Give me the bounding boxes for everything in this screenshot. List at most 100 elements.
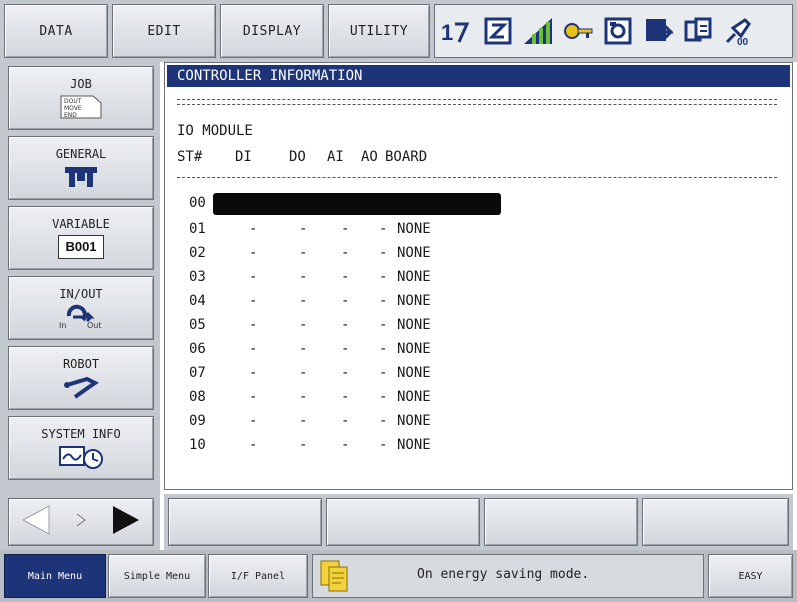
cell-do: - <box>299 269 308 285</box>
sidebar-item-job[interactable]: JOB DOUT MOVE END <box>8 66 154 130</box>
svg-text:In: In <box>59 321 66 330</box>
row-00-st: 00 <box>189 195 206 211</box>
sidebar-item-variable[interactable]: VARIABLE B001 <box>8 206 154 270</box>
cell-st: 01 <box>189 221 206 237</box>
cell-di: - <box>249 437 258 453</box>
table-row[interactable]: 08 - - - - NONE <box>165 389 794 410</box>
menu-data[interactable]: DATA <box>4 4 108 58</box>
arrow-right-icon[interactable] <box>107 504 143 540</box>
menu-edit[interactable]: EDIT <box>112 4 216 58</box>
sidebar-item-label: JOB <box>70 76 92 91</box>
cell-ao: - <box>379 341 388 357</box>
cell-di: - <box>249 341 258 357</box>
header-do: DO <box>289 149 306 165</box>
top-menu-bar: DATA EDIT DISPLAY UTILITY 1 00 <box>0 0 797 62</box>
cell-ao: - <box>379 293 388 309</box>
sidebar-item-label: VARIABLE <box>52 216 110 231</box>
robot-arm-icon <box>61 375 101 399</box>
menu-display[interactable]: DISPLAY <box>220 4 324 58</box>
cell-ao: - <box>379 317 388 333</box>
table-row[interactable]: 07 - - - - NONE <box>165 365 794 386</box>
tool-icon: 00 <box>721 14 755 48</box>
table-row[interactable]: 01 - - - - NONE <box>165 221 794 242</box>
cell-do: - <box>299 317 308 333</box>
cell-st: 02 <box>189 245 206 261</box>
key-icon <box>561 14 595 48</box>
memory-icon <box>601 14 635 48</box>
cell-board: NONE <box>397 365 431 381</box>
cell-board: NONE <box>397 293 431 309</box>
function-key-bar <box>164 494 793 550</box>
sidebar-item-label: SYSTEM INFO <box>41 426 121 441</box>
table-row[interactable]: 04 - - - - NONE <box>165 293 794 314</box>
cell-do: - <box>299 245 308 261</box>
cell-ai: - <box>341 365 350 381</box>
menu-utility[interactable]: UTILITY <box>328 4 430 58</box>
page-title: CONTROLLER INFORMATION <box>167 65 790 87</box>
sidebar-item-general[interactable]: GENERAL <box>8 136 154 200</box>
cell-ai: - <box>341 269 350 285</box>
table-row[interactable]: 06 - - - - NONE <box>165 341 794 362</box>
cell-st: 03 <box>189 269 206 285</box>
arrow-left-icon[interactable] <box>19 504 55 540</box>
cell-ai: - <box>341 317 350 333</box>
cell-ai: - <box>341 437 350 453</box>
cell-st: 05 <box>189 317 206 333</box>
svg-text:00: 00 <box>737 37 749 46</box>
cell-do: - <box>299 341 308 357</box>
cell-ao: - <box>379 413 388 429</box>
cell-st: 09 <box>189 413 206 429</box>
cell-st: 06 <box>189 341 206 357</box>
function-key-2[interactable] <box>326 498 480 546</box>
if-panel-button[interactable]: I/F Panel <box>208 554 308 598</box>
cell-di: - <box>249 389 258 405</box>
cell-di: - <box>249 413 258 429</box>
table-row[interactable]: 02 - - - - NONE <box>165 245 794 266</box>
table-row[interactable]: 03 - - - - NONE <box>165 269 794 290</box>
easy-button[interactable]: EASY <box>708 554 793 598</box>
table-row[interactable]: 05 - - - - NONE <box>165 317 794 338</box>
cell-ai: - <box>341 341 350 357</box>
main-content: CONTROLLER INFORMATION IO MODULE ST# DI … <box>164 62 793 490</box>
job-icon: DOUT MOVE END <box>59 95 103 119</box>
cell-ao: - <box>379 221 388 237</box>
cell-do: - <box>299 413 308 429</box>
header-ao: AO <box>361 149 378 165</box>
system-info-icon <box>58 445 104 469</box>
cell-ai: - <box>341 389 350 405</box>
function-key-3[interactable] <box>484 498 638 546</box>
function-key-4[interactable] <box>642 498 789 546</box>
svg-text:END: END <box>64 112 77 119</box>
cell-do: - <box>299 221 308 237</box>
function-key-1[interactable] <box>168 498 322 546</box>
main-menu-button[interactable]: Main Menu <box>4 554 106 598</box>
simple-menu-button[interactable]: Simple Menu <box>108 554 206 598</box>
in-out-icon: In Out <box>57 304 105 330</box>
sidebar-item-label: ROBOT <box>62 356 100 371</box>
header-ai: AI <box>327 149 344 165</box>
cell-ao: - <box>379 389 388 405</box>
cycle-icon <box>641 14 675 48</box>
sidebar-item-robot[interactable]: ROBOT <box>8 346 154 410</box>
table-row[interactable]: 09 - - - - NONE <box>165 413 794 434</box>
cell-ao: - <box>379 269 388 285</box>
selected-row-cursor[interactable] <box>213 193 501 215</box>
signal-icon <box>521 14 555 48</box>
cell-ai: - <box>341 293 350 309</box>
table-row[interactable]: 10 - - - - NONE <box>165 437 794 458</box>
cell-di: - <box>249 245 258 261</box>
cell-ai: - <box>341 221 350 237</box>
gripper-icon <box>61 165 101 189</box>
sidebar-item-in-out[interactable]: IN/OUT In Out <box>8 276 154 340</box>
header-st: ST# <box>177 149 203 165</box>
status-bar: Main Menu Simple Menu I/F Panel On energ… <box>0 550 797 602</box>
cell-di: - <box>249 293 258 309</box>
page-nav <box>8 498 154 546</box>
sidebar-item-label: IN/OUT <box>59 286 103 301</box>
separator-icon <box>75 510 87 534</box>
cell-st: 07 <box>189 365 206 381</box>
cell-st: 08 <box>189 389 206 405</box>
cell-di: - <box>249 317 258 333</box>
cell-st: 04 <box>189 293 206 309</box>
sidebar-item-system-info[interactable]: SYSTEM INFO <box>8 416 154 480</box>
